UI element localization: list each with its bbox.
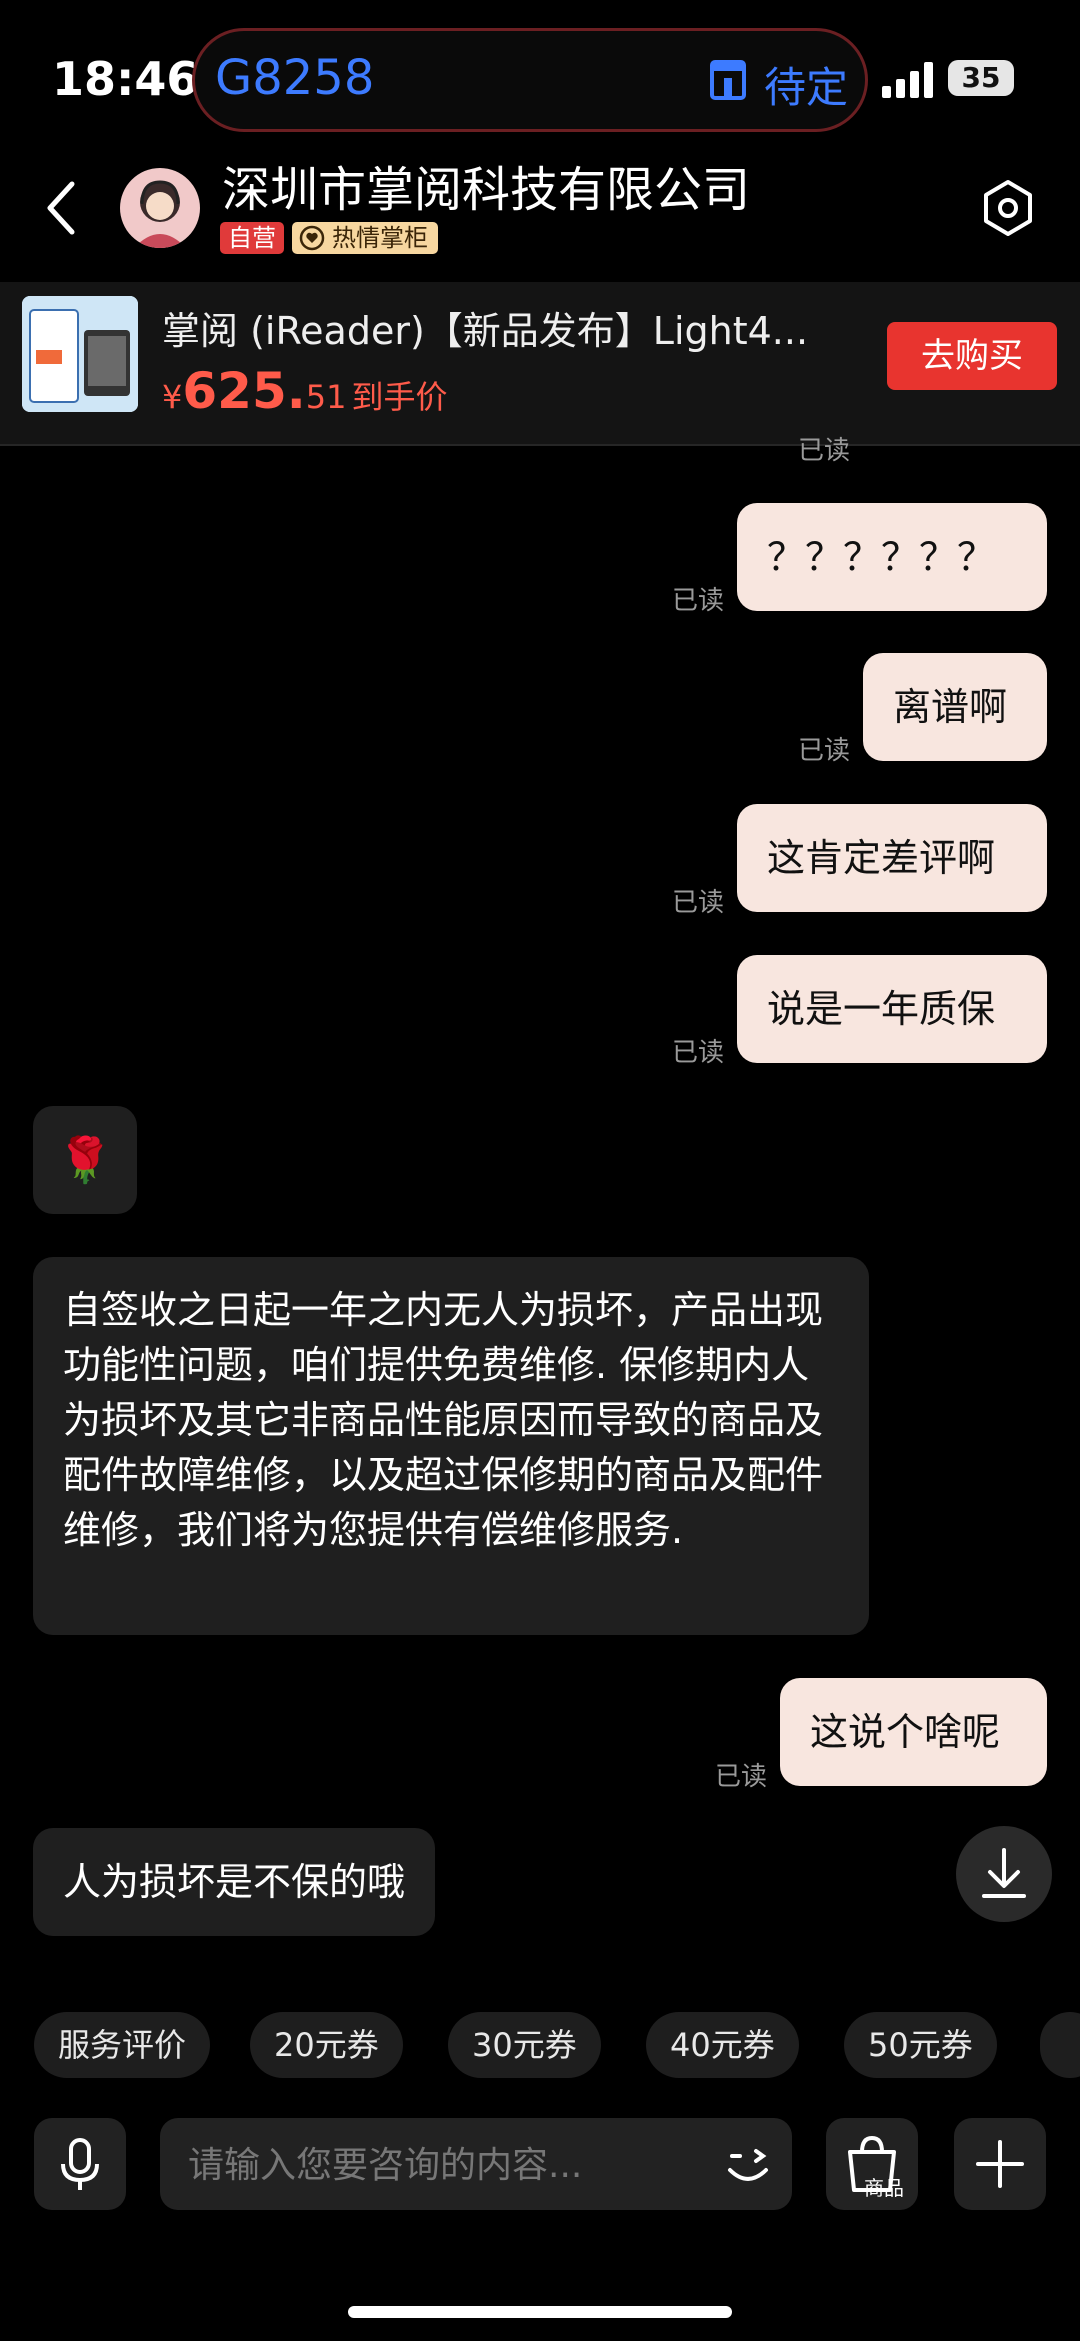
- chip-service-review[interactable]: 服务评价: [34, 2012, 211, 2078]
- price-integer: 625.: [182, 362, 306, 420]
- plus-icon: [976, 2140, 1024, 2188]
- microphone-icon: [61, 2138, 99, 2190]
- back-icon[interactable]: [42, 178, 82, 238]
- read-receipt: 已读: [798, 736, 851, 766]
- chat-message-sent[interactable]: 说是一年质保: [737, 955, 1047, 1063]
- agent-avatar-icon: [134, 180, 186, 248]
- read-receipt: 已读: [672, 888, 725, 918]
- emoji-icon[interactable]: [718, 2134, 778, 2194]
- heart-chat-icon: [299, 225, 325, 251]
- chip-more[interactable]: [1040, 2012, 1080, 2078]
- price-decimal: 51: [305, 378, 347, 416]
- chat-message-sent[interactable]: 这说个啥呢: [780, 1678, 1047, 1786]
- chip-coupon-50[interactable]: 50元券: [844, 2012, 997, 2078]
- settings-icon[interactable]: [978, 178, 1038, 238]
- message-input-box: [160, 2118, 792, 2212]
- more-button[interactable]: [954, 2118, 1046, 2210]
- price-suffix: 到手价: [351, 378, 448, 416]
- rose-emoji: 🌹: [57, 1135, 113, 1186]
- chip-coupon-20[interactable]: 20元券: [250, 2012, 403, 2078]
- product-thumbnail[interactable]: [22, 296, 138, 412]
- buy-button[interactable]: 去购买: [887, 322, 1057, 390]
- self-operated-badge: 自营: [220, 222, 284, 254]
- chat-message-received[interactable]: 自签收之日起一年之内无人为损坏，产品出现功能性问题，咱们提供免费维修. 保修期内…: [33, 1257, 869, 1635]
- read-receipt: 已读: [672, 1038, 725, 1068]
- home-indicator[interactable]: [348, 2306, 732, 2318]
- chat-message-sent[interactable]: 离谱啊: [863, 653, 1047, 761]
- battery-indicator: 35: [948, 60, 1014, 96]
- goods-button[interactable]: 商品: [826, 2118, 918, 2210]
- avatar[interactable]: [120, 168, 200, 248]
- signal-icon: [882, 62, 933, 98]
- shop-name: 深圳市掌阅科技有限公司: [222, 162, 751, 218]
- read-receipt: 已读: [672, 586, 725, 616]
- product-title[interactable]: 掌阅 (iReader)【新品发布】Light4...: [162, 300, 808, 355]
- chat-message-received[interactable]: 🌹: [33, 1106, 137, 1214]
- flight-status: 待定: [764, 63, 849, 112]
- chat-message-sent[interactable]: ？？？？？？: [737, 503, 1047, 611]
- status-time: 18:46: [52, 52, 199, 106]
- flight-number: G8258: [215, 50, 375, 106]
- chip-coupon-40[interactable]: 40元券: [646, 2012, 799, 2078]
- download-arrow-icon: [982, 1848, 1026, 1898]
- chat-message-received[interactable]: 人为损坏是不保的哦: [33, 1828, 436, 1936]
- goods-label: 商品: [864, 2176, 904, 2200]
- read-receipt: 已读: [715, 1762, 768, 1792]
- read-receipt: 已读: [798, 436, 851, 466]
- voice-button[interactable]: [34, 2118, 126, 2210]
- price-currency: ¥: [162, 378, 183, 416]
- scroll-to-bottom-button[interactable]: [956, 1826, 1052, 1922]
- gate-icon: [710, 60, 746, 100]
- product-price: ¥625.51 到手价: [162, 362, 448, 420]
- chat-message-sent[interactable]: 这肯定差评啊: [737, 804, 1047, 912]
- message-input[interactable]: [186, 2118, 710, 2212]
- product-image-icon: [22, 296, 138, 412]
- chip-coupon-30[interactable]: 30元券: [448, 2012, 601, 2078]
